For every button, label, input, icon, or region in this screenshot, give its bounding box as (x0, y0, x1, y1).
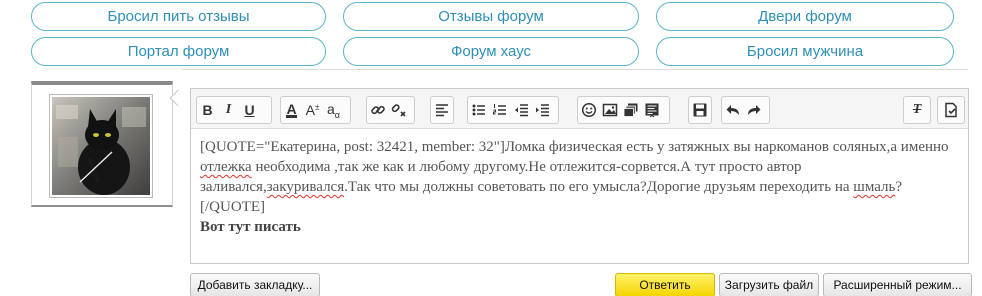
bold-button[interactable]: B (197, 97, 218, 123)
upload-file-button[interactable]: Загрузить файл (719, 273, 819, 296)
misspelled-word: отлежка (200, 159, 252, 175)
insert-group (577, 96, 670, 124)
toggle-bbcode-icon (945, 102, 957, 118)
related-link-5[interactable]: Форум хаус (343, 37, 639, 66)
font-family-button[interactable]: aα (323, 97, 344, 123)
related-link-2[interactable]: Отзывы форум (343, 2, 639, 31)
font-family-icon: aα (327, 100, 340, 120)
image-button[interactable] (599, 97, 620, 123)
save-draft-button[interactable] (689, 97, 710, 123)
numbered-list-button[interactable] (489, 97, 510, 123)
black-cat-avatar-image (52, 97, 150, 195)
editor-content[interactable]: [QUOTE="Екатерина, post: 32421, member: … (191, 129, 968, 237)
italic-icon: I (225, 102, 232, 117)
list-group (467, 96, 559, 124)
undo-icon (726, 105, 739, 115)
font-size-button[interactable]: A± (302, 97, 323, 123)
undo-button[interactable] (722, 97, 743, 123)
underline-icon: U (244, 102, 255, 118)
align-left-icon (435, 104, 448, 117)
link-icon (370, 105, 385, 115)
outdent-icon (514, 104, 528, 117)
align-button[interactable] (431, 97, 452, 123)
quote-open-tag: [QUOTE="Екатерина, post: 32421, member: … (200, 139, 505, 155)
italic-button[interactable]: I (218, 97, 239, 123)
link-group (366, 96, 415, 124)
history-group (721, 96, 770, 124)
numbered-list-icon (492, 104, 506, 115)
remove-format-button[interactable]: T (904, 97, 930, 123)
editor-toolbar: B I U A A± aα T (191, 89, 968, 129)
message-editor[interactable]: B I U A A± aα T [QUOTE="Екатерина, post:… (190, 88, 969, 264)
avatar[interactable] (49, 94, 153, 198)
bulleted-list-icon (472, 104, 485, 116)
draft-group (688, 96, 712, 124)
underline-button[interactable]: U (239, 97, 260, 123)
quoted-message: [QUOTE="Екатерина, post: 32421, member: … (200, 137, 959, 217)
indent-button[interactable] (531, 97, 552, 123)
text-style-group: B I U (196, 96, 272, 124)
remove-format-icon: T (912, 102, 922, 117)
unlink-button[interactable] (388, 97, 409, 123)
code-icon (645, 103, 658, 118)
code-button[interactable] (641, 97, 662, 123)
bulleted-list-button[interactable] (468, 97, 489, 123)
media-button[interactable] (620, 97, 641, 123)
bbcode-toggle-group (937, 96, 965, 124)
link-button[interactable] (367, 97, 388, 123)
font-group: A A± aα (280, 96, 351, 124)
font-color-button[interactable]: A (281, 97, 302, 123)
floppy-disk-icon (693, 103, 706, 117)
avatar-card (31, 81, 173, 207)
bold-icon: B (202, 102, 213, 118)
redo-icon (747, 105, 760, 115)
quote-text-part-1: Ломка физическая есть у затяжных вы нарк… (504, 139, 949, 155)
quote-text-part-3: .Так что мы должны советовать по его умы… (344, 179, 854, 195)
indent-icon (535, 104, 549, 117)
advanced-mode-button[interactable]: Расширенный режим... (823, 273, 972, 296)
remove-format-group: T (903, 96, 931, 124)
redo-button[interactable] (743, 97, 764, 123)
related-link-3[interactable]: Двери форум (656, 2, 954, 31)
reply-text: Вот тут писать (200, 219, 301, 235)
section-divider (182, 69, 968, 70)
font-size-icon: A± (305, 102, 320, 118)
outdent-button[interactable] (510, 97, 531, 123)
reply-button[interactable]: Ответить (615, 273, 715, 296)
misspelled-word: закуривался (266, 179, 345, 195)
align-group (430, 96, 454, 124)
image-icon (602, 103, 617, 117)
related-link-4[interactable]: Портал форум (31, 37, 326, 66)
related-link-6[interactable]: Бросил мужчина (656, 37, 954, 66)
add-bookmark-button[interactable]: Добавить закладку... (190, 273, 320, 296)
media-icon (623, 103, 637, 117)
related-link-1[interactable]: Бросил пить отзывы (31, 2, 326, 31)
smiley-icon (581, 102, 596, 118)
smilies-button[interactable] (578, 97, 599, 123)
toggle-bbcode-button[interactable] (938, 97, 964, 123)
misspelled-word: шмаль (853, 179, 896, 195)
unlink-icon (391, 104, 406, 117)
font-color-icon: A (286, 100, 297, 118)
